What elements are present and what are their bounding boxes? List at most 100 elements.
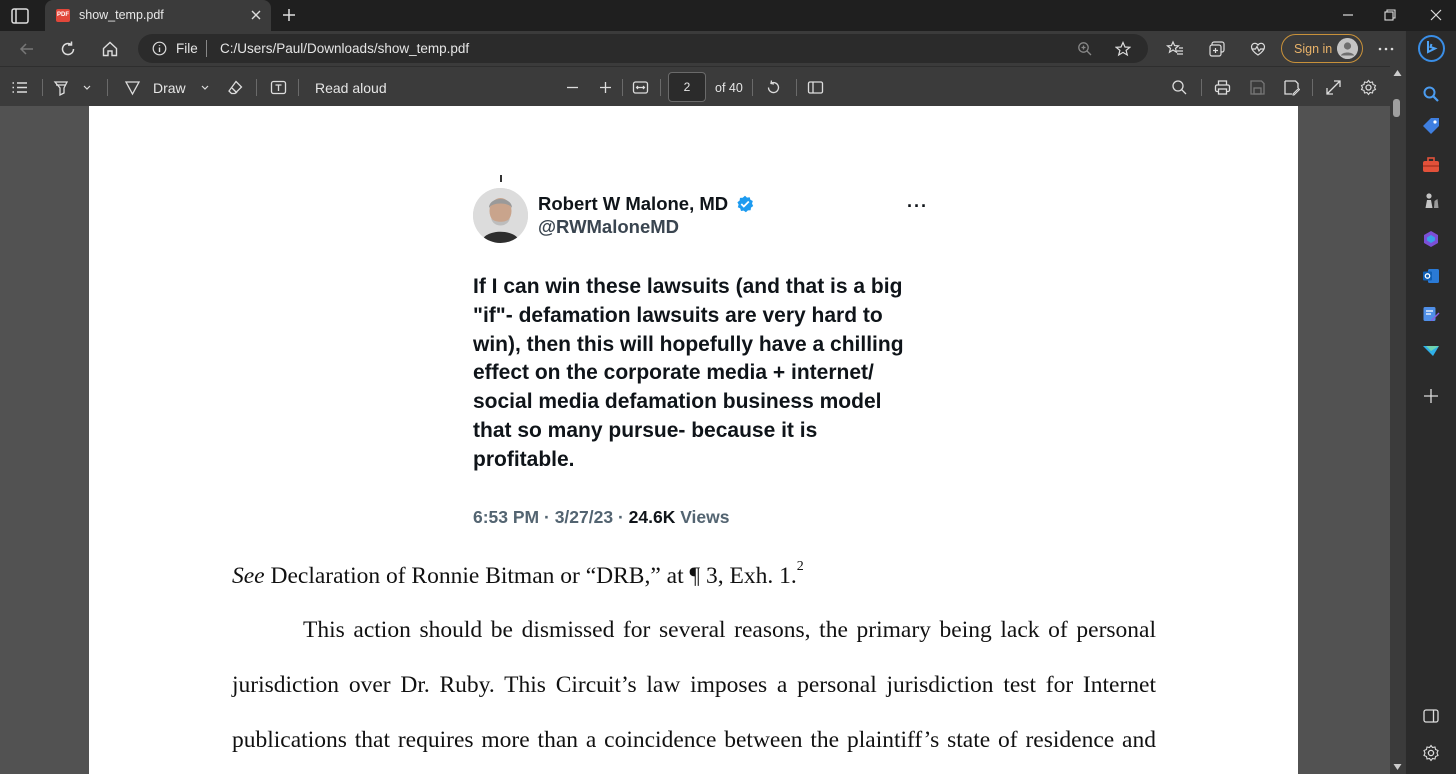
address-scheme-label: File — [176, 41, 198, 56]
refresh-icon[interactable] — [59, 40, 77, 58]
tweet-text-line: social media defamation business model — [473, 390, 882, 414]
drop-icon[interactable] — [1422, 305, 1440, 323]
toolbar-divider — [1201, 79, 1202, 96]
page-number-input[interactable]: 2 — [668, 72, 706, 102]
zoom-in-icon[interactable] — [597, 79, 614, 96]
footnote-reference: 2 — [796, 559, 804, 574]
pdf-settings-icon[interactable] — [1360, 79, 1377, 96]
toolbar-divider — [107, 79, 108, 96]
title-bar: PDF show_temp.pdf — [0, 0, 1456, 31]
tweet-timestamp: 6:53 PM · 3/27/23 · — [473, 507, 629, 527]
paragraph-line: publications that requires more than a c… — [232, 727, 1156, 753]
toolbar-divider — [660, 79, 661, 96]
window-close-icon[interactable] — [1429, 8, 1443, 22]
new-tab-icon[interactable] — [281, 7, 297, 23]
tweet-text-line: If I can win these lawsuits (and that is… — [473, 275, 903, 298]
toolbar-divider — [752, 79, 753, 96]
print-icon[interactable] — [1214, 79, 1231, 96]
read-aloud-button[interactable]: Read aloud — [315, 80, 387, 96]
declaration-text: Declaration of Ronnie Bitman or “DRB,” a… — [264, 563, 797, 589]
pdf-toolbar: Draw Read aloud 2 of 40 — [0, 66, 1390, 106]
page-mark — [500, 175, 502, 182]
restore-icon[interactable] — [1383, 8, 1397, 22]
tweet-views-count: 24.6K — [628, 507, 676, 527]
add-text-icon[interactable] — [270, 79, 287, 96]
sidebar-settings-icon[interactable] — [1422, 744, 1440, 762]
profile-avatar-icon — [1337, 38, 1358, 59]
zoom-out-icon[interactable] — [564, 79, 581, 96]
favorite-star-icon[interactable] — [1115, 41, 1131, 57]
telegram-icon[interactable] — [1422, 342, 1440, 360]
vertical-scrollbar[interactable] — [1390, 66, 1405, 774]
tab-actions-icon[interactable] — [10, 7, 30, 25]
collections-icon[interactable] — [1208, 40, 1226, 58]
tweet-text-line: effect on the corporate media + internet… — [473, 361, 874, 385]
eraser-icon[interactable] — [227, 79, 244, 96]
browser-essentials-icon[interactable] — [1249, 40, 1267, 58]
pdf-favicon-icon: PDF — [56, 9, 70, 22]
tweet-author-name: Robert W Malone, MD — [538, 193, 729, 214]
fit-to-width-icon[interactable] — [632, 79, 649, 96]
see-signal: See — [232, 563, 265, 589]
search-icon[interactable] — [1171, 79, 1188, 96]
toolbar-divider — [42, 79, 43, 96]
address-divider — [206, 40, 207, 57]
tweet-text-line: "if"- defamation lawsuits are very hard … — [473, 303, 883, 327]
tools-briefcase-icon[interactable] — [1422, 156, 1440, 174]
tweet-author-avatar — [473, 188, 528, 243]
outlook-icon[interactable] — [1422, 267, 1440, 285]
back-icon[interactable] — [18, 40, 36, 58]
draw-label[interactable]: Draw — [153, 80, 186, 96]
tweet-views-label: Views — [675, 507, 730, 527]
paragraph-line: This action should be dismissed for seve… — [303, 617, 1156, 643]
favorites-icon[interactable] — [1166, 40, 1184, 58]
shopping-tag-icon[interactable] — [1422, 117, 1440, 135]
browser-tab[interactable]: PDF show_temp.pdf — [45, 0, 271, 31]
highlight-dropdown-icon[interactable] — [81, 79, 93, 96]
draw-dropdown-icon[interactable] — [199, 79, 211, 96]
declaration-line: See Declaration of Ronnie Bitman or “DRB… — [232, 559, 804, 590]
paragraph-line: jurisdiction over Dr. Ruby. This Circuit… — [232, 672, 1156, 698]
address-url[interactable]: C:/Users/Paul/Downloads/show_temp.pdf — [220, 41, 469, 56]
games-chess-icon[interactable] — [1422, 192, 1440, 210]
pdf-viewport[interactable]: Robert W Malone, MD @RWMaloneMD ··· If I… — [0, 106, 1390, 774]
scrollbar-thumb[interactable] — [1393, 99, 1400, 117]
site-info-icon[interactable] — [152, 41, 167, 56]
save-as-icon[interactable] — [1283, 79, 1300, 96]
scroll-up-icon[interactable] — [1393, 69, 1402, 77]
scroll-down-icon[interactable] — [1393, 763, 1402, 771]
search-icon[interactable] — [1422, 85, 1440, 103]
home-icon[interactable] — [101, 40, 119, 58]
toolbar-divider — [796, 79, 797, 96]
tab-title: show_temp.pdf — [79, 8, 164, 22]
toolbar-divider — [298, 79, 299, 96]
sign-in-label: Sign in — [1294, 42, 1333, 56]
edge-sidebar — [1405, 31, 1456, 774]
add-sidebar-app-icon[interactable] — [1422, 387, 1440, 405]
tab-close-icon[interactable] — [249, 8, 263, 22]
tweet-text: If I can win these lawsuits (and that is… — [473, 273, 923, 475]
minimize-icon[interactable] — [1341, 8, 1355, 22]
zoom-icon[interactable] — [1077, 41, 1093, 57]
highlight-icon[interactable] — [53, 79, 70, 96]
draw-icon[interactable] — [124, 79, 141, 96]
address-bar[interactable]: File C:/Users/Paul/Downloads/show_temp.p… — [138, 34, 1148, 63]
save-icon[interactable] — [1249, 79, 1266, 96]
sign-in-button[interactable]: Sign in — [1281, 34, 1363, 63]
microsoft-365-icon[interactable] — [1422, 230, 1440, 248]
toolbar-divider — [256, 79, 257, 96]
tweet-text-line: win), then this will hopefully have a ch… — [473, 332, 904, 356]
hide-sidebar-icon[interactable] — [1422, 707, 1440, 725]
fullscreen-icon[interactable] — [1325, 79, 1342, 96]
pdf-page: Robert W Malone, MD @RWMaloneMD ··· If I… — [89, 106, 1298, 774]
tweet-text-line: profitable. — [473, 447, 575, 471]
tweet-more-icon: ··· — [907, 196, 928, 216]
tweet-embed: Robert W Malone, MD @RWMaloneMD ··· If I… — [473, 174, 943, 534]
settings-more-icon[interactable] — [1377, 40, 1395, 58]
page-view-icon[interactable] — [807, 79, 824, 96]
page-total-label: of 40 — [715, 81, 743, 95]
copilot-icon[interactable] — [1418, 35, 1445, 62]
table-of-contents-icon[interactable] — [11, 79, 28, 96]
rotate-icon[interactable] — [765, 79, 782, 96]
tweet-text-line: that so many pursue- because it is — [473, 418, 818, 442]
